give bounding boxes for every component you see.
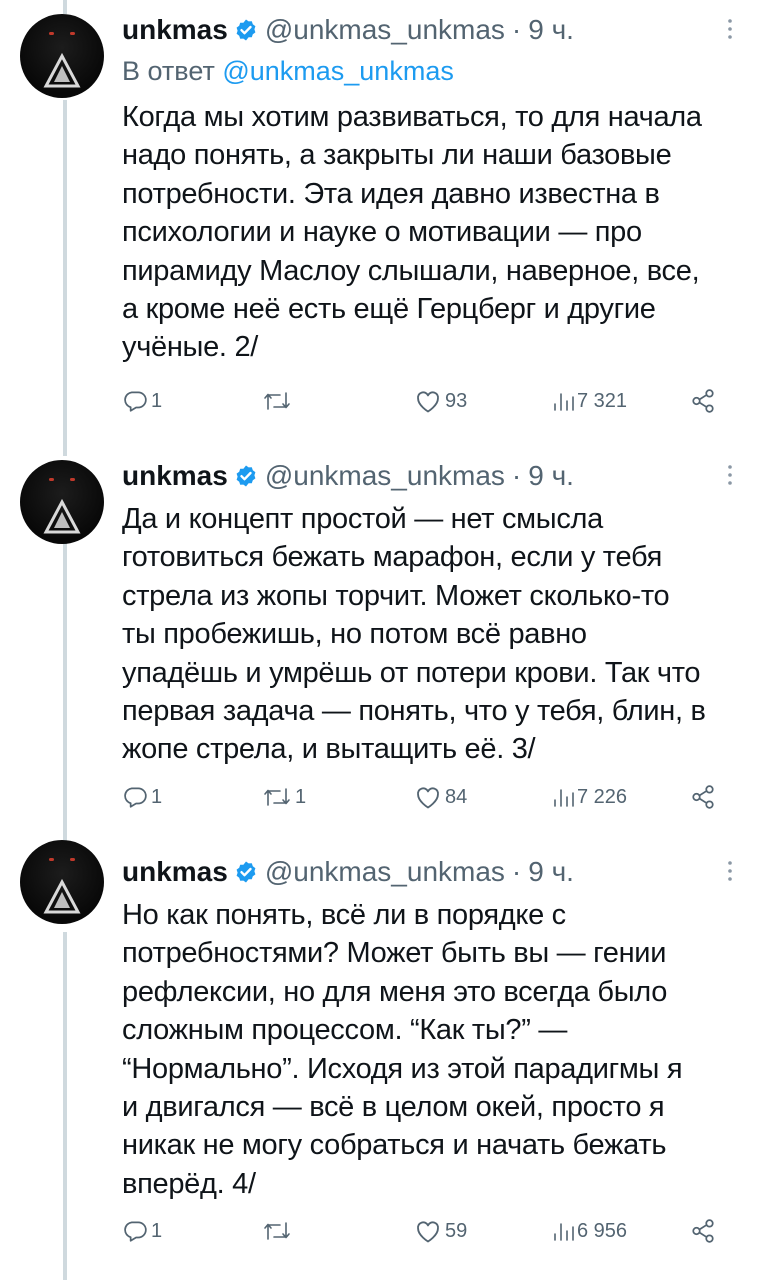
views-count: 6 956 bbox=[577, 1219, 628, 1242]
retweet-icon bbox=[264, 392, 290, 410]
tweet-header: unkmas @unkmas_unkmas · 9 ч. bbox=[122, 854, 734, 890]
author-name[interactable]: unkmas bbox=[122, 14, 228, 46]
like-button[interactable]: 84 bbox=[414, 784, 467, 810]
like-count: 93 bbox=[445, 389, 468, 412]
author-name[interactable]: unkmas bbox=[122, 856, 228, 888]
share-icon bbox=[692, 785, 714, 809]
share-button[interactable] bbox=[690, 784, 716, 810]
tweet-actions: 1 59 6 956 bbox=[122, 1218, 722, 1248]
avatar[interactable] bbox=[20, 840, 104, 924]
like-button[interactable]: 93 bbox=[414, 388, 467, 414]
views-button[interactable]: 6 956 bbox=[552, 1218, 627, 1244]
author-handle[interactable]: @unkmas_unkmas bbox=[265, 856, 505, 888]
share-icon bbox=[692, 1219, 714, 1243]
author-handle[interactable]: @unkmas_unkmas bbox=[265, 14, 505, 46]
more-vertical-icon[interactable] bbox=[724, 14, 736, 51]
timestamp[interactable]: 9 ч. bbox=[528, 856, 574, 888]
views-chart-icon bbox=[554, 393, 574, 411]
views-count: 7 226 bbox=[577, 785, 628, 808]
views-button[interactable]: 7 226 bbox=[552, 784, 627, 810]
tweet-actions: 1 93 7 321 bbox=[122, 388, 722, 418]
reply-button[interactable]: 1 bbox=[122, 1218, 162, 1244]
reply-count: 1 bbox=[151, 785, 163, 808]
retweet-button[interactable] bbox=[262, 1218, 295, 1244]
reply-icon bbox=[124, 1221, 147, 1242]
tweet-2[interactable]: unkmas @unkmas_unkmas · 9 ч. В ответ @un… bbox=[0, 0, 761, 450]
tweet-text: Когда мы хотим развиваться, то для начал… bbox=[122, 101, 702, 364]
reply-icon bbox=[124, 391, 147, 412]
views-button[interactable]: 7 321 bbox=[552, 388, 627, 414]
tweet-text: Но как понять, всё ли в порядке с потреб… bbox=[122, 899, 683, 1200]
reply-button[interactable]: 1 bbox=[122, 784, 162, 810]
more-vertical-icon[interactable] bbox=[724, 856, 736, 893]
reply-button[interactable]: 1 bbox=[122, 388, 162, 414]
timestamp[interactable]: 9 ч. bbox=[528, 460, 574, 492]
author-name[interactable]: unkmas bbox=[122, 460, 228, 492]
tweet-3[interactable]: unkmas @unkmas_unkmas · 9 ч. Да и концеп… bbox=[0, 450, 761, 846]
timestamp[interactable]: 9 ч. bbox=[528, 14, 574, 46]
reply-to-line: В ответ @unkmas_unkmas bbox=[122, 52, 734, 90]
author-handle[interactable]: @unkmas_unkmas bbox=[265, 460, 505, 492]
retweet-button[interactable] bbox=[262, 388, 295, 414]
tweet-header: unkmas @unkmas_unkmas · 9 ч. bbox=[122, 458, 734, 494]
avatar[interactable] bbox=[20, 14, 104, 98]
more-vertical-icon[interactable] bbox=[724, 460, 736, 497]
reply-count: 1 bbox=[151, 1219, 163, 1242]
views-chart-icon bbox=[554, 1223, 574, 1241]
tweet-text: Да и концепт простой — нет смысла готови… bbox=[122, 503, 706, 766]
heart-icon bbox=[417, 1221, 439, 1243]
tweet-4[interactable]: unkmas @unkmas_unkmas · 9 ч. Но как поня… bbox=[0, 840, 761, 1280]
share-icon bbox=[692, 389, 714, 413]
views-chart-icon bbox=[554, 789, 574, 807]
reply-icon bbox=[124, 787, 147, 808]
separator-dot: · bbox=[511, 14, 522, 45]
verified-badge-icon bbox=[234, 464, 258, 488]
share-button[interactable] bbox=[690, 388, 716, 414]
share-button[interactable] bbox=[690, 1218, 716, 1244]
views-count: 7 321 bbox=[577, 389, 628, 412]
tweet-actions: 1 1 84 7 226 bbox=[122, 784, 722, 814]
verified-badge-icon bbox=[234, 860, 258, 884]
tweet-header: unkmas @unkmas_unkmas · 9 ч. bbox=[122, 12, 734, 48]
retweet-icon bbox=[264, 788, 290, 806]
separator-dot: · bbox=[511, 856, 522, 887]
like-count: 84 bbox=[445, 785, 468, 808]
like-count: 59 bbox=[445, 1219, 468, 1242]
heart-icon bbox=[417, 787, 439, 809]
verified-badge-icon bbox=[234, 18, 258, 42]
retweet-button[interactable]: 1 bbox=[262, 784, 306, 810]
separator-dot: · bbox=[511, 460, 522, 491]
reply-count: 1 bbox=[151, 389, 163, 412]
avatar[interactable] bbox=[20, 460, 104, 544]
retweet-icon bbox=[264, 1222, 290, 1240]
reply-to-prefix: В ответ bbox=[122, 56, 223, 86]
heart-icon bbox=[417, 391, 439, 413]
retweet-count: 1 bbox=[295, 785, 307, 808]
reply-to-handle-link[interactable]: @unkmas_unkmas bbox=[222, 56, 454, 86]
like-button[interactable]: 59 bbox=[414, 1218, 467, 1244]
